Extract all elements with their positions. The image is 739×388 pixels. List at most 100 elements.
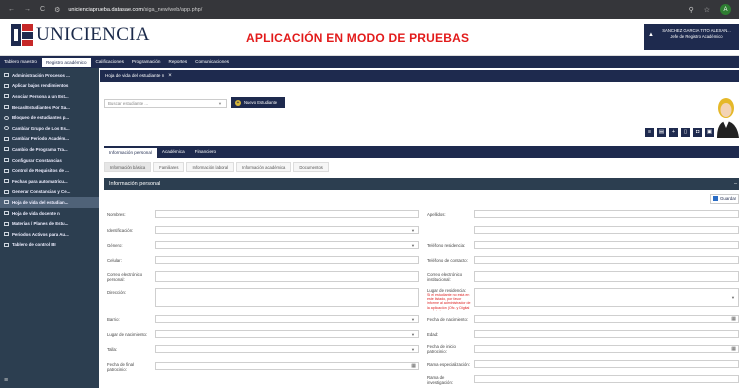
sidebar-item-administracion[interactable]: Administración Procesos ... [0,70,99,81]
zoom-icon[interactable]: ⚲ [689,6,694,14]
menu-programacion[interactable]: Programación [128,56,165,68]
edad-field[interactable] [474,330,739,338]
sidebar-item-materias[interactable]: Materias / Planes de Estu... [0,218,99,229]
reload-icon[interactable]: C [40,6,45,14]
sidebar-item-cambio-programa[interactable]: Cambio de Programa Tra... [0,144,99,155]
sidebar-item-label: Materias / Planes de Estu... [12,221,69,227]
label-talla: Talla: [107,347,118,352]
sidebar-item-hoja-vida-estudiante[interactable]: Hoja de vida del estudian... [0,197,99,208]
talla-select[interactable]: ▼ [155,345,419,353]
subtab-familiares[interactable]: Familiares [153,162,185,172]
sidebar-item-bloqueo[interactable]: Bloqueo de estudiantes p... [0,112,99,123]
book-icon [4,211,9,216]
correo-personal-field[interactable] [155,271,419,282]
tab-financiero[interactable]: Financiero [190,146,221,158]
site-info-icon[interactable]: ⚙ [54,6,60,14]
genero-select[interactable]: ▼ [155,241,419,249]
page-title-tab[interactable]: Hoja de vida del estudiante n × [100,70,739,82]
chevron-down-icon: ▼ [411,228,415,233]
label-nombres: Nombres: [107,212,126,217]
sidebar-item-label: Becas/Estudiantes Por Sa... [12,104,70,110]
student-search-select[interactable]: Buscar estudiante ... ▼ [104,99,227,108]
tab-informacion-personal[interactable]: Información personal [104,148,157,158]
table-icon [4,73,9,78]
lugar-nacimiento-select[interactable]: ▼ [155,330,419,338]
sidebar-item-tablero-bi[interactable]: Tablero de control BI [0,240,99,251]
sidebar-item-generar-constancias[interactable]: Generar Constancias y Ce... [0,187,99,198]
sidebar-item-bajos-rendimientos[interactable]: Aplicar bajos rendimientos [0,81,99,92]
calendar-icon[interactable]: ▦ [731,316,736,322]
sidebar-item-cambiar-grupo[interactable]: Cambiar Grupo de Los Es... [0,123,99,134]
menu-reportes[interactable]: Reportes [165,56,192,68]
apellidos-2-field[interactable] [474,226,739,234]
nombres-field[interactable] [155,210,419,218]
sidebar-item-cambiar-periodo[interactable]: Cambiar Periodo Académ... [0,134,99,145]
document-icon[interactable]: ▯ [681,128,690,137]
block-icon [4,115,9,120]
table-icon [4,147,9,152]
main-menu: Tablero maestro Registro académico Calif… [0,56,739,68]
subtab-documentos[interactable]: Documentos [293,162,329,172]
menu-tablero-maestro[interactable]: Tablero maestro [0,56,41,68]
tab-academica[interactable]: Académica [157,146,190,158]
url-path: /siga_new/web/app.php/ [142,6,203,13]
sidebar-item-configurar-constancias[interactable]: Configurar Constancias [0,155,99,166]
barrio-select[interactable]: ▼ [155,315,419,323]
add-icon[interactable]: + [669,128,678,137]
sidebar-item-hoja-vida-docente[interactable]: Hoja de vida docente n [0,208,99,219]
chevron-down-icon: ▼ [411,243,415,248]
logo[interactable]: UNICIENCIA [11,24,150,46]
print-icon[interactable]: ▣ [705,128,714,137]
menu-registro-academico[interactable]: Registro académico [41,57,91,67]
sidebar-collapse-icon[interactable]: ≡ [4,377,8,384]
forward-icon[interactable]: → [24,6,31,14]
sidebar-item-becas[interactable]: Becas/Estudiantes Por Sa... [0,102,99,113]
subtab-informacion-basica[interactable]: Información básica [104,162,152,172]
sidebar-item-asociar-persona[interactable]: Asociar Persona a un Est... [0,91,99,102]
new-student-label: Nuevo Estudiante [244,100,278,105]
celular-field[interactable] [155,256,419,264]
subtab-informacion-academica[interactable]: Información académica [236,162,292,172]
label-rama-especializacion: Rama especialización: [427,362,470,367]
panel-title: Información personal [109,181,161,187]
url-host: unicienciaprueba.datasae.com [68,6,143,13]
calendar-icon[interactable]: ▦ [411,363,416,369]
correo-institucional-field[interactable] [474,271,739,282]
camera-icon[interactable]: ◘ [693,128,702,137]
menu-comunicaciones[interactable]: Comunicaciones [191,56,233,68]
sidebar-item-label: Hoja de vida del estudian... [12,199,69,205]
close-tab-icon[interactable]: × [168,73,172,79]
identificacion-select[interactable]: ▼ [155,226,419,234]
lugar-residencia-select[interactable]: ▼ [474,288,739,307]
calendar-icon[interactable]: ▦ [731,346,736,352]
subtab-informacion-laboral[interactable]: Información laboral [186,162,235,172]
rama-investigacion-field[interactable] [474,375,739,383]
sidebar-item-label: Administración Procesos ... [12,72,70,78]
direccion-field[interactable] [155,288,419,307]
back-icon[interactable]: ← [8,6,15,14]
sidebar-item-control-requisitos[interactable]: Control de Requisitos de ... [0,165,99,176]
bookmark-star-icon[interactable]: ☆ [704,6,710,14]
rama-especializacion-field[interactable] [474,360,739,368]
save-button[interactable]: Guardar [710,194,739,204]
sidebar-item-label: Generar Constancias y Ce... [12,189,71,195]
card-icon[interactable]: ▤ [657,128,666,137]
test-mode-banner: APLICACIÓN EN MODO DE PRUEBAS [246,31,470,45]
new-student-button[interactable]: + Nuevo Estudiante [231,97,285,108]
fecha-inicio-patrocinio-field[interactable]: ▦ [474,345,739,353]
profile-avatar[interactable]: A [720,4,731,15]
list-icon[interactable]: ≡ [645,128,654,137]
telefono-residencia-field[interactable] [474,241,739,249]
address-bar[interactable]: unicienciaprueba.datasae.com/siga_new/we… [68,7,202,13]
fecha-final-patrocinio-field[interactable]: ▦ [155,362,419,370]
telefono-contacto-field[interactable] [474,256,739,264]
apellidos-field[interactable] [474,210,739,218]
collapse-icon[interactable]: – [734,178,737,190]
menu-calificaciones[interactable]: Calificaciones [92,56,128,68]
sidebar-item-fechas-automatricula[interactable]: Fechas para automatrícu... [0,176,99,187]
label-identificacion: Identificación: [107,228,134,233]
user-menu[interactable]: ▲ SANCHEZ GARCIA TITO ALEXAN... Jefe de … [644,24,739,50]
sidebar-item-periodos-activos[interactable]: Periodos Activos para Au... [0,229,99,240]
label-genero: Género: [107,243,123,248]
fecha-nacimiento-field[interactable]: ▦ [474,315,739,323]
